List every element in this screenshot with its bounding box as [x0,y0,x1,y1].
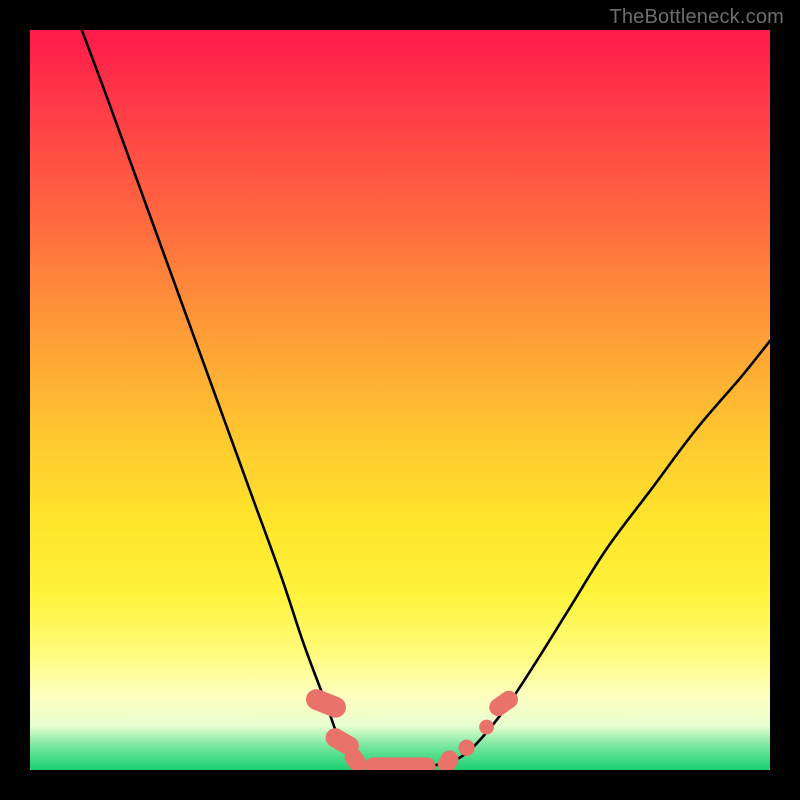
chart-frame: TheBottleneck.com [0,0,800,800]
curve-marker [458,740,474,756]
curve-marker [434,747,461,770]
plot-area [30,30,770,770]
curve-line [82,30,770,766]
curve-marker [364,757,435,770]
chart-svg [30,30,770,770]
watermark-text: TheBottleneck.com [609,6,784,29]
curve-marker [479,720,494,735]
bottleneck-curve [82,30,770,766]
curve-marker [303,686,349,721]
